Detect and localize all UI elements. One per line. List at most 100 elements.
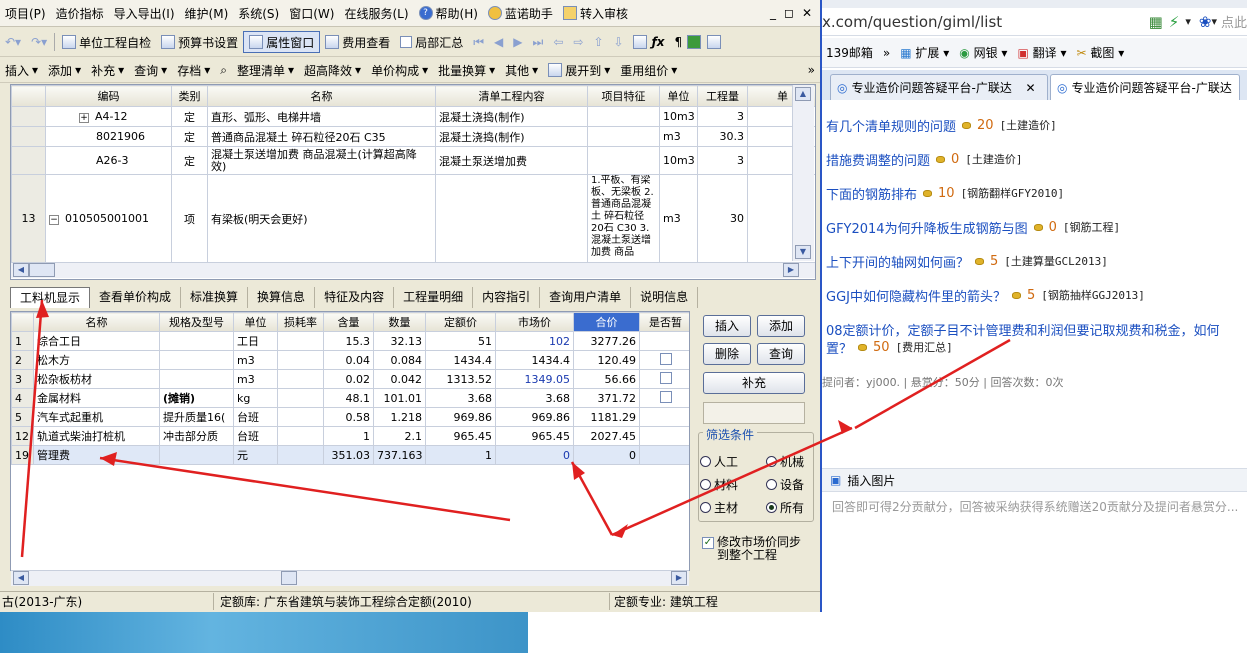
- cell-spec[interactable]: [159, 369, 234, 389]
- cell-total[interactable]: 3277.26: [573, 331, 640, 351]
- expand-icon[interactable]: +: [79, 113, 89, 123]
- supplement-button[interactable]: 补充: [703, 372, 805, 394]
- header-base-price[interactable]: 定额价: [425, 312, 496, 332]
- cell-unit[interactable]: kg: [233, 388, 278, 408]
- first-icon[interactable]: ⏮: [468, 35, 489, 50]
- cell-name[interactable]: 金属材料: [33, 388, 160, 408]
- cell-qty[interactable]: 30.3: [697, 126, 748, 147]
- table-row[interactable]: 13 −010505001001 项 有梁板(明天会更好) 1.平板、有梁板、无…: [11, 174, 815, 263]
- property-window-button[interactable]: 属性窗口: [243, 31, 321, 53]
- cell-unit[interactable]: 台班: [233, 407, 278, 427]
- cell-spec[interactable]: [159, 331, 234, 351]
- cell-base-price[interactable]: 51: [425, 331, 496, 351]
- cell-base-price[interactable]: 969.86: [425, 407, 496, 427]
- bookmark-netbank[interactable]: ◉ 网银 ▾: [959, 44, 1007, 61]
- collapse-icon[interactable]: −: [49, 215, 59, 225]
- cell-provisional[interactable]: [639, 369, 689, 389]
- budget-settings-button[interactable]: 预算书设置: [156, 34, 243, 51]
- table-row[interactable]: 4 金属材料 (摊销) kg 48.1 101.01 3.68 3.68 371.72: [11, 388, 689, 408]
- cell-spec[interactable]: [159, 445, 234, 465]
- cell-base-price[interactable]: 965.45: [425, 426, 496, 446]
- cell-quantity[interactable]: 0.084: [373, 350, 426, 370]
- category-tag[interactable]: [土建造价]: [1000, 117, 1057, 133]
- partial-summary-checkbox[interactable]: [400, 36, 413, 48]
- cell-total[interactable]: 2027.45: [573, 426, 640, 446]
- cell-name[interactable]: 松木方: [33, 350, 160, 370]
- radio-material-circle[interactable]: [700, 479, 711, 490]
- cell-total[interactable]: 371.72: [573, 388, 640, 408]
- cell-feature[interactable]: [587, 106, 660, 127]
- question-link[interactable]: 上下开间的轴网如何画？: [826, 252, 969, 271]
- arrow-up-icon[interactable]: ⇧: [588, 35, 608, 49]
- cell-type[interactable]: 定: [171, 126, 208, 147]
- query-menu[interactable]: 查询 ▾: [129, 62, 172, 79]
- header-feature[interactable]: 项目特征: [587, 85, 660, 107]
- cell-code[interactable]: 8021906: [45, 126, 172, 147]
- cell-content[interactable]: 0.04: [323, 350, 374, 370]
- arrow-down-icon[interactable]: ⇩: [609, 35, 629, 49]
- cell-base-price[interactable]: 1: [425, 445, 496, 465]
- cell-unit[interactable]: m3: [233, 350, 278, 370]
- scroll-left-icon[interactable]: ◀: [13, 263, 29, 277]
- paragraph-icon[interactable]: ¶: [670, 35, 688, 49]
- header-market-price[interactable]: 市场价: [495, 312, 574, 332]
- scroll-thumb[interactable]: [29, 263, 55, 277]
- header-type[interactable]: 类别: [171, 85, 208, 107]
- cell-qty[interactable]: 3: [697, 106, 748, 127]
- cell-provisional[interactable]: [639, 445, 689, 465]
- prev-icon[interactable]: ◀: [489, 35, 508, 49]
- close-icon[interactable]: ✕: [802, 6, 812, 20]
- cell-loss[interactable]: [277, 388, 324, 408]
- cell-unit[interactable]: 台班: [233, 426, 278, 446]
- other-menu[interactable]: 其他 ▾: [500, 62, 543, 79]
- provisional-checkbox[interactable]: [659, 352, 672, 365]
- provisional-checkbox[interactable]: [659, 390, 672, 403]
- cell-quantity[interactable]: 737.163: [373, 445, 426, 465]
- header-total[interactable]: 合价: [573, 312, 640, 332]
- table-row[interactable]: A26-3 定 混凝土泵送增加费 商品混凝土(计算超高降效) 混凝土泵送增加费 …: [11, 146, 815, 175]
- table-row[interactable]: 1 综合工日 工日 15.3 32.13 51 102 3277.26: [11, 331, 689, 351]
- sync-checkbox[interactable]: ✓: [702, 537, 714, 549]
- cell-total[interactable]: 56.66: [573, 369, 640, 389]
- height-reduction-menu[interactable]: 超高降效 ▾: [299, 62, 366, 79]
- header-quantity[interactable]: 数量: [373, 312, 426, 332]
- cell-content[interactable]: 15.3: [323, 331, 374, 351]
- menu-import-export[interactable]: 导入导出(I): [109, 5, 180, 22]
- category-tag[interactable]: [钢筋抽样GGJ2013]: [1041, 287, 1145, 303]
- cell-total[interactable]: 120.49: [573, 350, 640, 370]
- address-text[interactable]: x.com/question/giml/list: [822, 13, 1002, 31]
- cell-type[interactable]: 项: [171, 174, 208, 263]
- cell-unit[interactable]: 10m3: [659, 106, 698, 127]
- question-link[interactable]: 下面的钢筋排布: [826, 184, 917, 203]
- radio-machine[interactable]: 机械: [766, 453, 804, 470]
- cell-feature[interactable]: 1.平板、有梁板、无梁板 2.普通商品混凝土 碎石粒径20石 C30 3.混凝土…: [587, 174, 660, 263]
- cell-unit[interactable]: m3: [233, 369, 278, 389]
- cell-name[interactable]: 普通商品混凝土 碎石粒径20石 C35: [207, 126, 436, 147]
- cell-loss[interactable]: [277, 445, 324, 465]
- cell-content[interactable]: 1: [323, 426, 374, 446]
- scroll-left-icon[interactable]: ◀: [13, 571, 29, 585]
- cell-loss[interactable]: [277, 331, 324, 351]
- cost-view-button[interactable]: 费用查看: [320, 34, 395, 51]
- table-row[interactable]: 12 轨道式柴油打桩机 冲击部分质 台班 1 2.1 965.45 965.45 2027.45: [11, 426, 689, 446]
- cell-spec[interactable]: 冲击部分质: [159, 426, 234, 446]
- browser-tab-2[interactable]: ◎ 专业造价问题答疑平台-广联达: [1050, 74, 1240, 100]
- scroll-right-icon[interactable]: ▶: [783, 263, 799, 277]
- menu-project[interactable]: 项目(P): [0, 5, 51, 22]
- cell-provisional[interactable]: [639, 350, 689, 370]
- more-icon[interactable]: »: [803, 63, 820, 77]
- tab-feature-content[interactable]: 特征及内容: [315, 287, 395, 308]
- cell-code[interactable]: −010505001001: [45, 174, 172, 263]
- cell-loss[interactable]: [277, 369, 324, 389]
- last-icon[interactable]: ⏭: [528, 35, 549, 50]
- cell-unit[interactable]: m3: [659, 174, 698, 263]
- cell-quantity[interactable]: 2.1: [373, 426, 426, 446]
- cell-unit[interactable]: 元: [233, 445, 278, 465]
- insert-image-button[interactable]: 插入图片: [847, 472, 895, 489]
- partial-summary-toggle[interactable]: 局部汇总: [395, 34, 468, 51]
- header-loss[interactable]: 损耗率: [277, 312, 324, 332]
- unit-price-menu[interactable]: 单价构成 ▾: [366, 62, 433, 79]
- cell-quantity[interactable]: 101.01: [373, 388, 426, 408]
- more-icon[interactable]: »: [883, 46, 890, 60]
- cell-unit[interactable]: m3: [659, 126, 698, 147]
